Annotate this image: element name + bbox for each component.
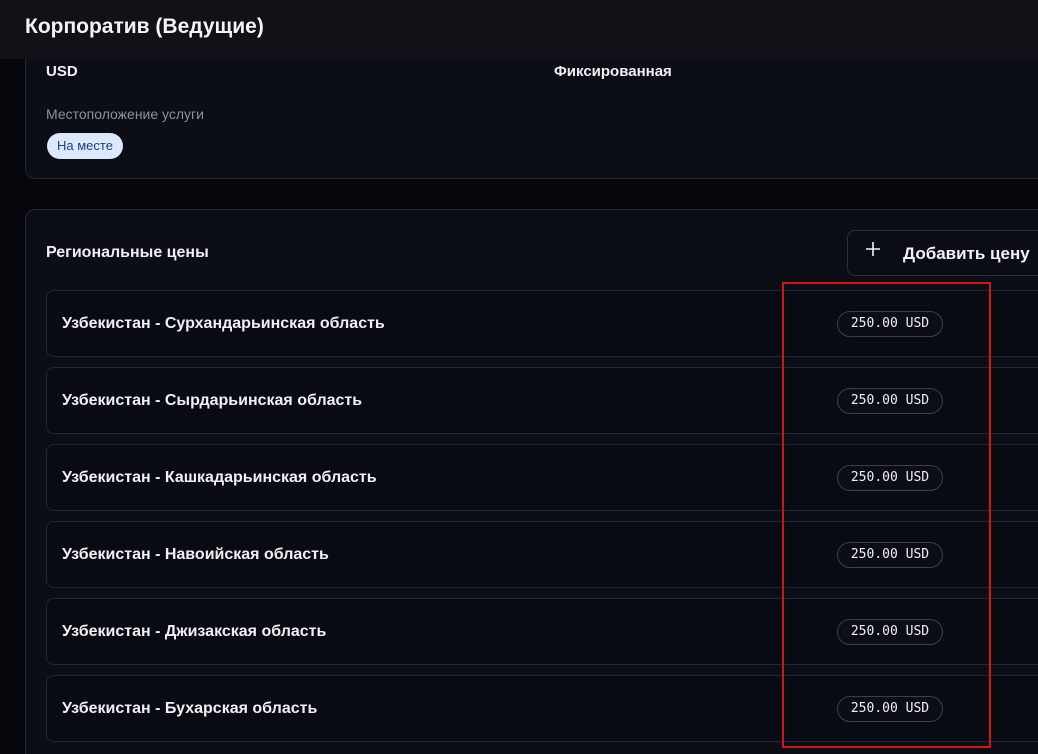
price-badge: 250.00 USD — [837, 465, 943, 491]
region-name: Узбекистан - Навоийская область — [62, 546, 329, 563]
region-name: Узбекистан - Бухарская область — [62, 700, 318, 717]
price-row[interactable]: Узбекистан - Бухарская область 250.00 US… — [46, 675, 1038, 742]
top-bar: Корпоратив (Ведущие) — [0, 0, 1038, 59]
region-name: Узбекистан - Джизакская область — [62, 623, 327, 640]
price-badge: 250.00 USD — [837, 311, 943, 337]
price-row[interactable]: Узбекистан - Навоийская область 250.00 U… — [46, 521, 1038, 588]
price-row[interactable]: Узбекистан - Сурхандарьинская область 25… — [46, 290, 1038, 357]
price-row[interactable]: Узбекистан - Кашкадарьинская область 250… — [46, 444, 1038, 511]
currency-value: USD — [46, 63, 78, 80]
price-type-value: Фиксированная — [554, 63, 672, 80]
price-row[interactable]: Узбекистан - Сырдарьинская область 250.0… — [46, 367, 1038, 434]
region-name: Узбекистан - Кашкадарьинская область — [62, 469, 377, 486]
price-badge: 250.00 USD — [837, 696, 943, 722]
service-location-badge: На месте — [47, 133, 123, 159]
regional-prices-title: Региональные цены — [46, 244, 209, 261]
price-row[interactable]: Узбекистан - Джизакская область 250.00 U… — [46, 598, 1038, 665]
price-badge: 250.00 USD — [837, 542, 943, 568]
regional-prices-card: Региональные цены Добавить цену Узбекист… — [25, 209, 1038, 754]
page-title: Корпоратив (Ведущие) — [25, 15, 264, 38]
add-price-label: Добавить цену — [903, 244, 1030, 263]
price-badge: 250.00 USD — [837, 619, 943, 645]
price-badge: 250.00 USD — [837, 388, 943, 414]
page: USD Фиксированная Местоположение услуги … — [0, 0, 1038, 754]
plus-icon — [866, 242, 880, 256]
service-location-label: Местоположение услуги — [46, 106, 204, 122]
add-price-button[interactable]: Добавить цену — [847, 230, 1038, 276]
service-details-card: USD Фиксированная Местоположение услуги … — [25, 40, 1038, 179]
region-name: Узбекистан - Сырдарьинская область — [62, 392, 363, 409]
region-name: Узбекистан - Сурхандарьинская область — [62, 315, 385, 332]
